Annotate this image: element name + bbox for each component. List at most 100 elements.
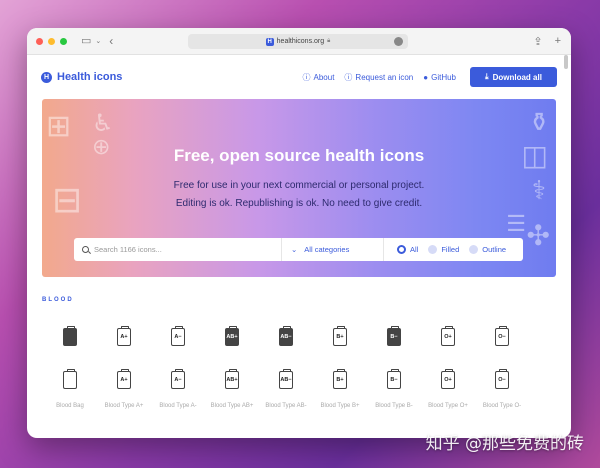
radio-unselected-icon bbox=[469, 245, 479, 254]
style-option-label: All bbox=[410, 245, 419, 254]
icon-tile[interactable]: B+ bbox=[313, 358, 367, 401]
chevron-down-icon[interactable]: ⌄ bbox=[95, 38, 101, 45]
close-window-button[interactable] bbox=[36, 37, 43, 45]
icon-tile[interactable]: O+ bbox=[421, 315, 475, 358]
new-tab-icon[interactable]: + bbox=[555, 35, 561, 48]
watermark: 知乎 @那些免费的砖 bbox=[425, 434, 584, 454]
reader-icon[interactable] bbox=[394, 37, 403, 46]
icon-label: Blood Type AB+ bbox=[210, 403, 254, 409]
blood-bag-outline-icon bbox=[63, 368, 77, 389]
blood-type-a-neg-filled-icon: A− bbox=[171, 325, 185, 346]
icon-tile[interactable]: A− bbox=[151, 315, 205, 358]
download-all-button[interactable]: ⤓ Download all bbox=[470, 67, 557, 87]
blood-type-ab-neg-outline-icon: AB− bbox=[279, 368, 293, 389]
icon-label: Blood Type A+ bbox=[104, 403, 144, 409]
style-option-outline[interactable]: Outline bbox=[469, 245, 506, 254]
blood-type-b-neg-outline-icon: B− bbox=[387, 368, 401, 389]
icon-label: Blood Type A- bbox=[159, 403, 197, 409]
blood-type-ab-pos-filled-icon: AB+ bbox=[225, 325, 239, 346]
blood-bag-filled-icon bbox=[63, 325, 77, 346]
blood-type-o-neg-outline-icon: O− bbox=[495, 368, 509, 389]
nav-link-github[interactable]: ● GitHub bbox=[423, 73, 456, 82]
hero-title: Free, open source health icons bbox=[173, 146, 425, 165]
icon-tile[interactable]: O+ bbox=[421, 358, 475, 401]
category-select-value: All categories bbox=[304, 245, 350, 254]
icon-label: Blood Type O- bbox=[482, 403, 522, 409]
nav-link-about[interactable]: ⓘ About bbox=[303, 72, 335, 83]
clipboard-icon: ☰ bbox=[506, 211, 526, 236]
icon-tile[interactable]: AB+ bbox=[205, 315, 259, 358]
hero-subtitle-line-2: Editing is ok. Republishing is ok. No ne… bbox=[175, 198, 423, 209]
share-icon[interactable]: ⇪ bbox=[533, 35, 542, 48]
icon-tile[interactable]: AB− bbox=[259, 358, 313, 401]
icon-tile[interactable]: B− bbox=[367, 358, 421, 401]
radio-selected-icon bbox=[397, 245, 406, 254]
nav-link-label: Request an icon bbox=[355, 72, 414, 82]
icon-grid-outline: A+ A− AB+ AB− B+ B− O+ O− bbox=[43, 358, 571, 401]
blood-type-o-pos-filled-icon: O+ bbox=[441, 325, 455, 346]
style-option-all[interactable]: All bbox=[397, 245, 418, 254]
hero-subtitle-line-1: Free for use in your next commercial or … bbox=[173, 180, 425, 191]
search-input[interactable] bbox=[94, 245, 264, 254]
icon-tile[interactable]: A− bbox=[151, 358, 205, 401]
nav-links: ⓘ About ⓘ Request an icon ● GitHub ⤓ Dow… bbox=[303, 67, 557, 87]
sidebar-toggle-icon[interactable]: ▭ bbox=[81, 35, 91, 47]
browser-window: ▭ ⌄ ‹ H healthicons.org 🔒︎ ⇪ + H Health … bbox=[27, 28, 571, 438]
window-controls bbox=[36, 37, 67, 45]
nav-link-label: About bbox=[313, 72, 335, 82]
site-logo[interactable]: H Health icons bbox=[41, 71, 122, 83]
icon-labels: Blood Bag Blood Type A+ Blood Type A- Bl… bbox=[43, 403, 571, 409]
icon-tile[interactable] bbox=[43, 315, 97, 358]
radio-unselected-icon bbox=[428, 245, 438, 254]
search-icon bbox=[82, 246, 89, 253]
toolbar-right: ⇪ + bbox=[533, 35, 561, 48]
category-select[interactable]: ⌄ All categories bbox=[282, 238, 384, 261]
icon-label: Blood Bag bbox=[56, 403, 84, 409]
icon-tile[interactable]: AB− bbox=[259, 315, 313, 358]
zoom-window-button[interactable] bbox=[60, 37, 67, 45]
info-icon: ⓘ bbox=[302, 72, 311, 82]
browser-titlebar: ▭ ⌄ ‹ H healthicons.org 🔒︎ ⇪ + bbox=[27, 28, 571, 55]
nav-link-label: GitHub bbox=[431, 72, 456, 82]
lock-icon: 🔒︎ bbox=[327, 38, 331, 44]
blood-type-b-pos-filled-icon: B+ bbox=[333, 325, 347, 346]
blood-type-ab-neg-filled-icon: AB− bbox=[279, 325, 293, 346]
blood-type-o-neg-filled-icon: O− bbox=[495, 325, 509, 346]
blood-type-b-neg-filled-icon: B− bbox=[387, 325, 401, 346]
icon-tile[interactable]: B− bbox=[367, 315, 421, 358]
hero-banner: ⊞ ♿︎ ⊕ ⊟ ⚱︎ ◫ ⚕︎ ✣ ☰ Free, open source h… bbox=[42, 99, 556, 277]
style-option-label: Outline bbox=[482, 245, 507, 254]
icon-label: Blood Type O+ bbox=[428, 403, 468, 409]
back-arrow-icon[interactable]: ‹ bbox=[109, 35, 113, 47]
icon-tile[interactable]: O− bbox=[475, 315, 529, 358]
style-option-filled[interactable]: Filled bbox=[428, 245, 459, 254]
page-scrollbar[interactable] bbox=[564, 55, 568, 69]
icon-label: Blood Type B+ bbox=[320, 403, 360, 409]
search-field-wrapper bbox=[74, 238, 282, 261]
style-filter: All Filled Outline bbox=[384, 245, 506, 254]
icon-tile[interactable]: O− bbox=[475, 358, 529, 401]
github-icon: ● bbox=[423, 72, 429, 82]
minimize-window-button[interactable] bbox=[48, 37, 55, 45]
icon-label: Blood Type B- bbox=[375, 403, 413, 409]
blood-type-a-neg-outline-icon: A− bbox=[171, 368, 185, 389]
download-icon: ⤓ bbox=[485, 72, 489, 81]
address-bar[interactable]: H healthicons.org 🔒︎ bbox=[188, 34, 408, 49]
brand-name: Health icons bbox=[57, 71, 123, 83]
icon-tile[interactable]: A+ bbox=[97, 358, 151, 401]
blood-type-ab-pos-outline-icon: AB+ bbox=[225, 368, 239, 389]
nav-link-request-icon[interactable]: ⓘ Request an icon bbox=[344, 72, 413, 83]
medical-chart-icon: ⊞ bbox=[46, 110, 72, 143]
blood-type-a-pos-filled-icon: A+ bbox=[117, 325, 131, 346]
blood-type-b-pos-outline-icon: B+ bbox=[333, 368, 347, 389]
site-favicon: H bbox=[265, 37, 274, 46]
iv-drip-icon: ⚱︎ bbox=[528, 107, 550, 137]
icon-tile[interactable]: A+ bbox=[97, 315, 151, 358]
icon-label: Blood Type AB- bbox=[265, 403, 307, 409]
help-icon: ⓘ bbox=[344, 72, 353, 82]
style-option-label: Filled bbox=[441, 245, 460, 254]
icon-tile[interactable]: AB+ bbox=[205, 358, 259, 401]
icon-tile[interactable]: B+ bbox=[313, 315, 367, 358]
blood-type-o-pos-outline-icon: O+ bbox=[441, 368, 455, 389]
icon-tile[interactable] bbox=[43, 358, 97, 401]
